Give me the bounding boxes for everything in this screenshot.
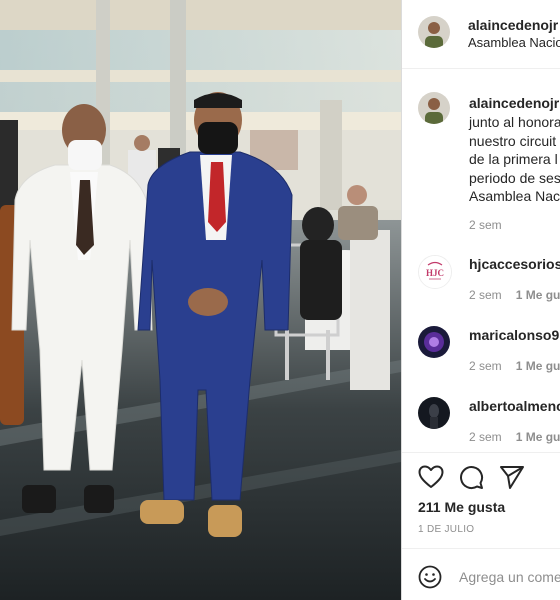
post-caption: junto al honora nuestro circuit de la pr… (469, 113, 560, 206)
comment-likes[interactable]: 1 Me gu (516, 359, 560, 373)
likes-count[interactable]: 211 Me gusta (418, 499, 505, 515)
post-location[interactable]: Asamblea Nacional (468, 35, 560, 50)
avatar-icon (418, 397, 450, 429)
avatar-icon (418, 92, 450, 124)
hjc-logo-icon: HJC (419, 256, 451, 288)
share-icon[interactable] (499, 464, 525, 490)
caption-line: Asamblea Nac (469, 188, 560, 204)
comment-age[interactable]: 2 sem (469, 430, 502, 444)
heart-icon[interactable] (418, 465, 444, 489)
caption-line: de la primera l (469, 151, 558, 167)
comment-meta: 2 sem 1 Me gu (469, 288, 560, 302)
post-sidebar: alaincedenojr Asamblea Nacional alainced… (401, 0, 560, 600)
comment-avatar[interactable] (418, 397, 450, 429)
svg-text:HJC: HJC (426, 268, 444, 278)
add-comment-bar: Agrega un comentario... (402, 548, 560, 600)
avatar-icon (418, 16, 450, 48)
comment-username[interactable]: maricalonso9 (469, 327, 559, 343)
caption-author-avatar[interactable] (418, 92, 450, 124)
emoji-icon[interactable] (418, 565, 442, 589)
comment-avatar[interactable] (418, 326, 450, 358)
comment-age[interactable]: 2 sem (469, 288, 502, 302)
comment-age[interactable]: 2 sem (469, 359, 502, 373)
add-comment-input[interactable]: Agrega un comentario... (459, 569, 560, 585)
caption-line: periodo de ses (469, 169, 560, 186)
comment-likes[interactable]: 1 Me gu (516, 288, 560, 302)
comment-meta: 2 sem 1 Me gu (469, 359, 560, 373)
event-photo-illustration (0, 0, 401, 600)
caption-author-username[interactable]: alaincedenojr (469, 95, 559, 111)
post-header: alaincedenojr Asamblea Nacional (402, 0, 560, 69)
comment-username[interactable]: albertoalmeno (469, 398, 560, 414)
caption-line: nuestro circuit (469, 132, 557, 149)
post-date[interactable]: 1 DE JULIO (418, 524, 474, 535)
post-photo[interactable] (0, 0, 401, 600)
comment-avatar[interactable]: HJC (418, 255, 452, 289)
comment-icon[interactable] (458, 464, 484, 490)
comment-meta: 2 sem 1 Me gu (469, 430, 560, 444)
post-actions (402, 452, 560, 493)
comment-likes[interactable]: 1 Me gu (516, 430, 560, 444)
post-author-username[interactable]: alaincedenojr (468, 17, 558, 33)
author-avatar[interactable] (418, 16, 450, 48)
comment-username[interactable]: hjcaccesorios (469, 256, 560, 272)
avatar-icon (418, 326, 450, 358)
caption-age[interactable]: 2 sem (469, 218, 502, 232)
caption-line: junto al honora (469, 114, 560, 130)
